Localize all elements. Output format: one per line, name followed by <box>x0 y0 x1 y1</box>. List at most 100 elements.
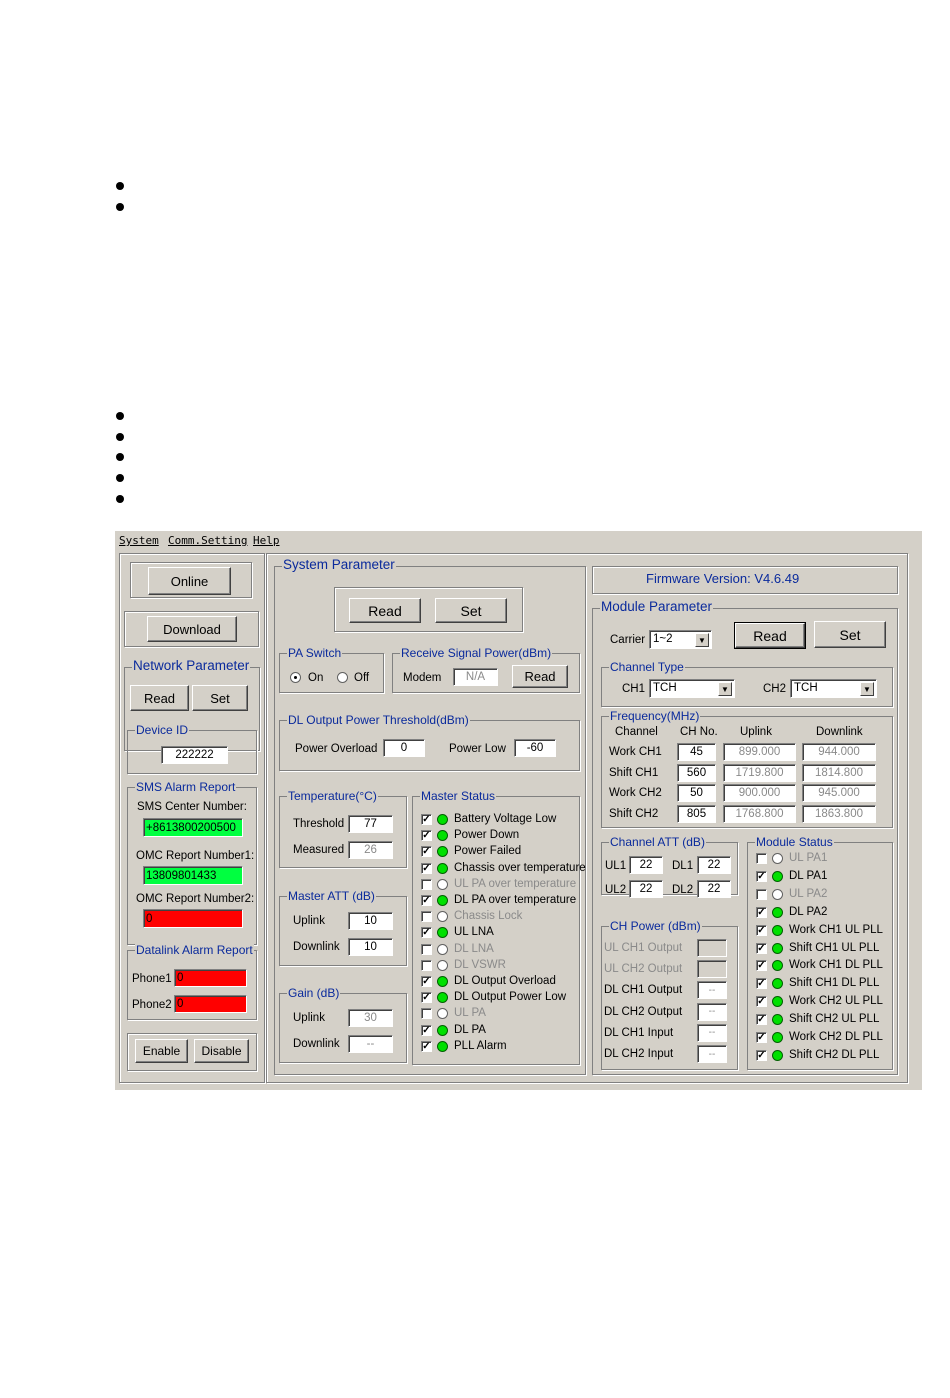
status-checkbox[interactable] <box>421 878 432 890</box>
omc2-field[interactable]: 0 <box>143 909 243 928</box>
freq-header-downlink: Downlink <box>816 726 863 738</box>
bullet <box>116 453 124 461</box>
device-id-field[interactable]: 222222 <box>161 746 228 764</box>
ch-power-field <box>697 939 727 957</box>
status-led-icon <box>437 878 448 890</box>
status-checkbox[interactable]: ✓ <box>756 960 767 972</box>
receive-signal-power-title: Receive Signal Power(dBm) <box>400 646 553 660</box>
chevron-down-icon[interactable]: ▼ <box>718 682 732 696</box>
status-checkbox[interactable]: ✓ <box>421 927 432 939</box>
system-read-button[interactable]: Read <box>349 598 421 623</box>
status-checkbox[interactable]: ✓ <box>756 1032 767 1043</box>
online-button[interactable]: Online <box>148 567 231 595</box>
status-checkbox[interactable]: ✓ <box>421 830 432 842</box>
status-checkbox[interactable]: ✓ <box>756 942 767 954</box>
status-checkbox[interactable]: ✓ <box>756 1014 767 1026</box>
dl2-field[interactable]: 22 <box>697 880 731 898</box>
menu-comm-setting[interactable]: Comm.Setting <box>168 534 247 547</box>
chevron-down-icon[interactable]: ▼ <box>695 633 709 647</box>
sms-center-label: SMS Center Number: <box>137 801 247 813</box>
sms-center-field[interactable]: +8613800200500 <box>143 818 243 837</box>
ul1-label: UL1 <box>605 860 627 872</box>
ch2-select[interactable]: TCH ▼ <box>790 679 877 698</box>
disable-button[interactable]: Disable <box>194 1039 249 1063</box>
enable-button[interactable]: Enable <box>135 1039 188 1063</box>
ch1-select[interactable]: TCH ▼ <box>649 679 735 698</box>
pa-off-radio[interactable] <box>337 672 348 683</box>
phone1-field[interactable]: 0 <box>174 969 247 987</box>
status-checkbox[interactable] <box>421 911 432 923</box>
module-status-title: Module Status <box>755 835 834 849</box>
freq-uplink-field: 900.000 <box>723 784 796 802</box>
status-checkbox[interactable] <box>421 1008 432 1020</box>
omc1-label: OMC Report Number1: <box>136 850 255 862</box>
status-checkbox[interactable]: ✓ <box>421 1040 432 1052</box>
menu-help[interactable]: Help <box>253 534 280 547</box>
status-led-icon <box>772 906 783 918</box>
ul2-field[interactable]: 22 <box>629 880 663 898</box>
status-checkbox[interactable] <box>756 888 767 900</box>
att-downlink-field[interactable]: 10 <box>348 938 393 956</box>
phone1-label: Phone1 <box>132 973 172 985</box>
status-label: Work CH2 UL PLL <box>789 995 883 1008</box>
frequency-title: Frequency(MHz) <box>609 709 701 723</box>
status-label: Shift CH1 UL PLL <box>789 941 880 954</box>
status-checkbox[interactable] <box>421 943 432 955</box>
freq-downlink-field: 1814.800 <box>802 763 876 782</box>
pa-on-radio[interactable] <box>290 672 301 683</box>
status-checkbox[interactable]: ✓ <box>756 906 767 918</box>
omc1-field[interactable]: 13809801433 <box>143 866 243 885</box>
network-set-button[interactable]: Set <box>192 685 248 711</box>
power-low-field[interactable]: -60 <box>514 739 556 757</box>
status-checkbox[interactable]: ✓ <box>756 996 767 1008</box>
freq-chno-field[interactable]: 560 <box>677 763 716 782</box>
measured-label: Measured <box>293 844 345 856</box>
status-checkbox[interactable]: ✓ <box>756 924 767 936</box>
status-checkbox[interactable]: ✓ <box>756 978 767 990</box>
bullet <box>116 495 124 503</box>
module-read-button[interactable]: Read <box>734 622 806 649</box>
network-read-button[interactable]: Read <box>130 685 189 711</box>
status-led-icon <box>437 976 448 987</box>
status-checkbox[interactable]: ✓ <box>421 846 432 858</box>
status-checkbox[interactable]: ✓ <box>421 976 432 987</box>
status-checkbox[interactable]: ✓ <box>421 862 432 874</box>
status-label: Chassis Lock <box>454 910 523 923</box>
status-label: Power Down <box>454 829 520 842</box>
channel-att-title: Channel ATT (dB) <box>609 835 706 849</box>
ul1-field[interactable]: 22 <box>629 856 663 874</box>
status-checkbox[interactable]: ✓ <box>421 1024 432 1036</box>
phone2-field[interactable]: 0 <box>174 995 247 1013</box>
threshold-field[interactable]: 77 <box>348 815 393 833</box>
status-checkbox[interactable]: ✓ <box>756 870 767 882</box>
status-label: Power Failed <box>454 845 522 858</box>
status-checkbox[interactable]: ✓ <box>421 814 432 825</box>
status-label: DL PA2 <box>789 905 828 918</box>
download-button[interactable]: Download <box>147 616 237 642</box>
status-led-icon <box>772 888 783 900</box>
att-uplink-field[interactable]: 10 <box>348 912 393 930</box>
ch-power-label: DL CH1 Input <box>604 1026 674 1039</box>
status-checkbox[interactable]: ✓ <box>421 895 432 906</box>
module-set-button[interactable]: Set <box>814 621 886 648</box>
freq-chno-field[interactable]: 805 <box>677 804 716 823</box>
status-checkbox[interactable]: ✓ <box>421 992 432 1004</box>
status-label: Work CH1 UL PLL <box>789 923 883 936</box>
bullet <box>116 433 124 441</box>
status-checkbox[interactable] <box>421 959 432 971</box>
rsp-read-button[interactable]: Read <box>512 665 568 688</box>
status-checkbox[interactable] <box>756 853 767 864</box>
freq-chno-field[interactable]: 50 <box>677 784 716 802</box>
freq-chno-field[interactable]: 45 <box>677 743 716 761</box>
dl1-field[interactable]: 22 <box>697 856 731 874</box>
menu-system[interactable]: System <box>119 534 159 547</box>
chevron-down-icon[interactable]: ▼ <box>860 682 874 696</box>
ch-power-label: UL CH1 Output <box>604 942 683 954</box>
system-set-button[interactable]: Set <box>435 598 507 623</box>
status-led-icon <box>772 1032 783 1043</box>
carrier-select[interactable]: 1~2 ▼ <box>649 630 712 649</box>
status-checkbox[interactable]: ✓ <box>756 1049 767 1061</box>
application-window: System Comm.Setting Help Online Download… <box>115 531 922 1090</box>
ch-power-label: DL CH2 Output <box>604 1005 683 1018</box>
power-overload-field[interactable]: 0 <box>383 739 425 757</box>
